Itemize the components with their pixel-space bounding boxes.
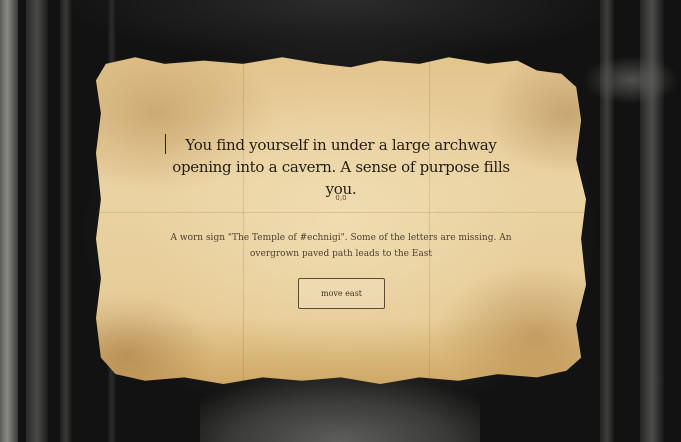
tree-trunk (0, 0, 18, 442)
location-description: A worn sign "The Temple of #echnigi". So… (170, 233, 512, 259)
story-panel: You find yourself in under a large archw… (96, 54, 586, 384)
location-marker: 0,0 (335, 194, 347, 202)
tree-trunk (60, 0, 72, 442)
move-east-button[interactable]: move east (298, 278, 385, 309)
story-headline: You find yourself in under a large archw… (172, 136, 510, 198)
fern-foliage (571, 40, 681, 120)
game-scene: You find yourself in under a large archw… (0, 0, 681, 442)
tree-trunk (26, 0, 48, 442)
